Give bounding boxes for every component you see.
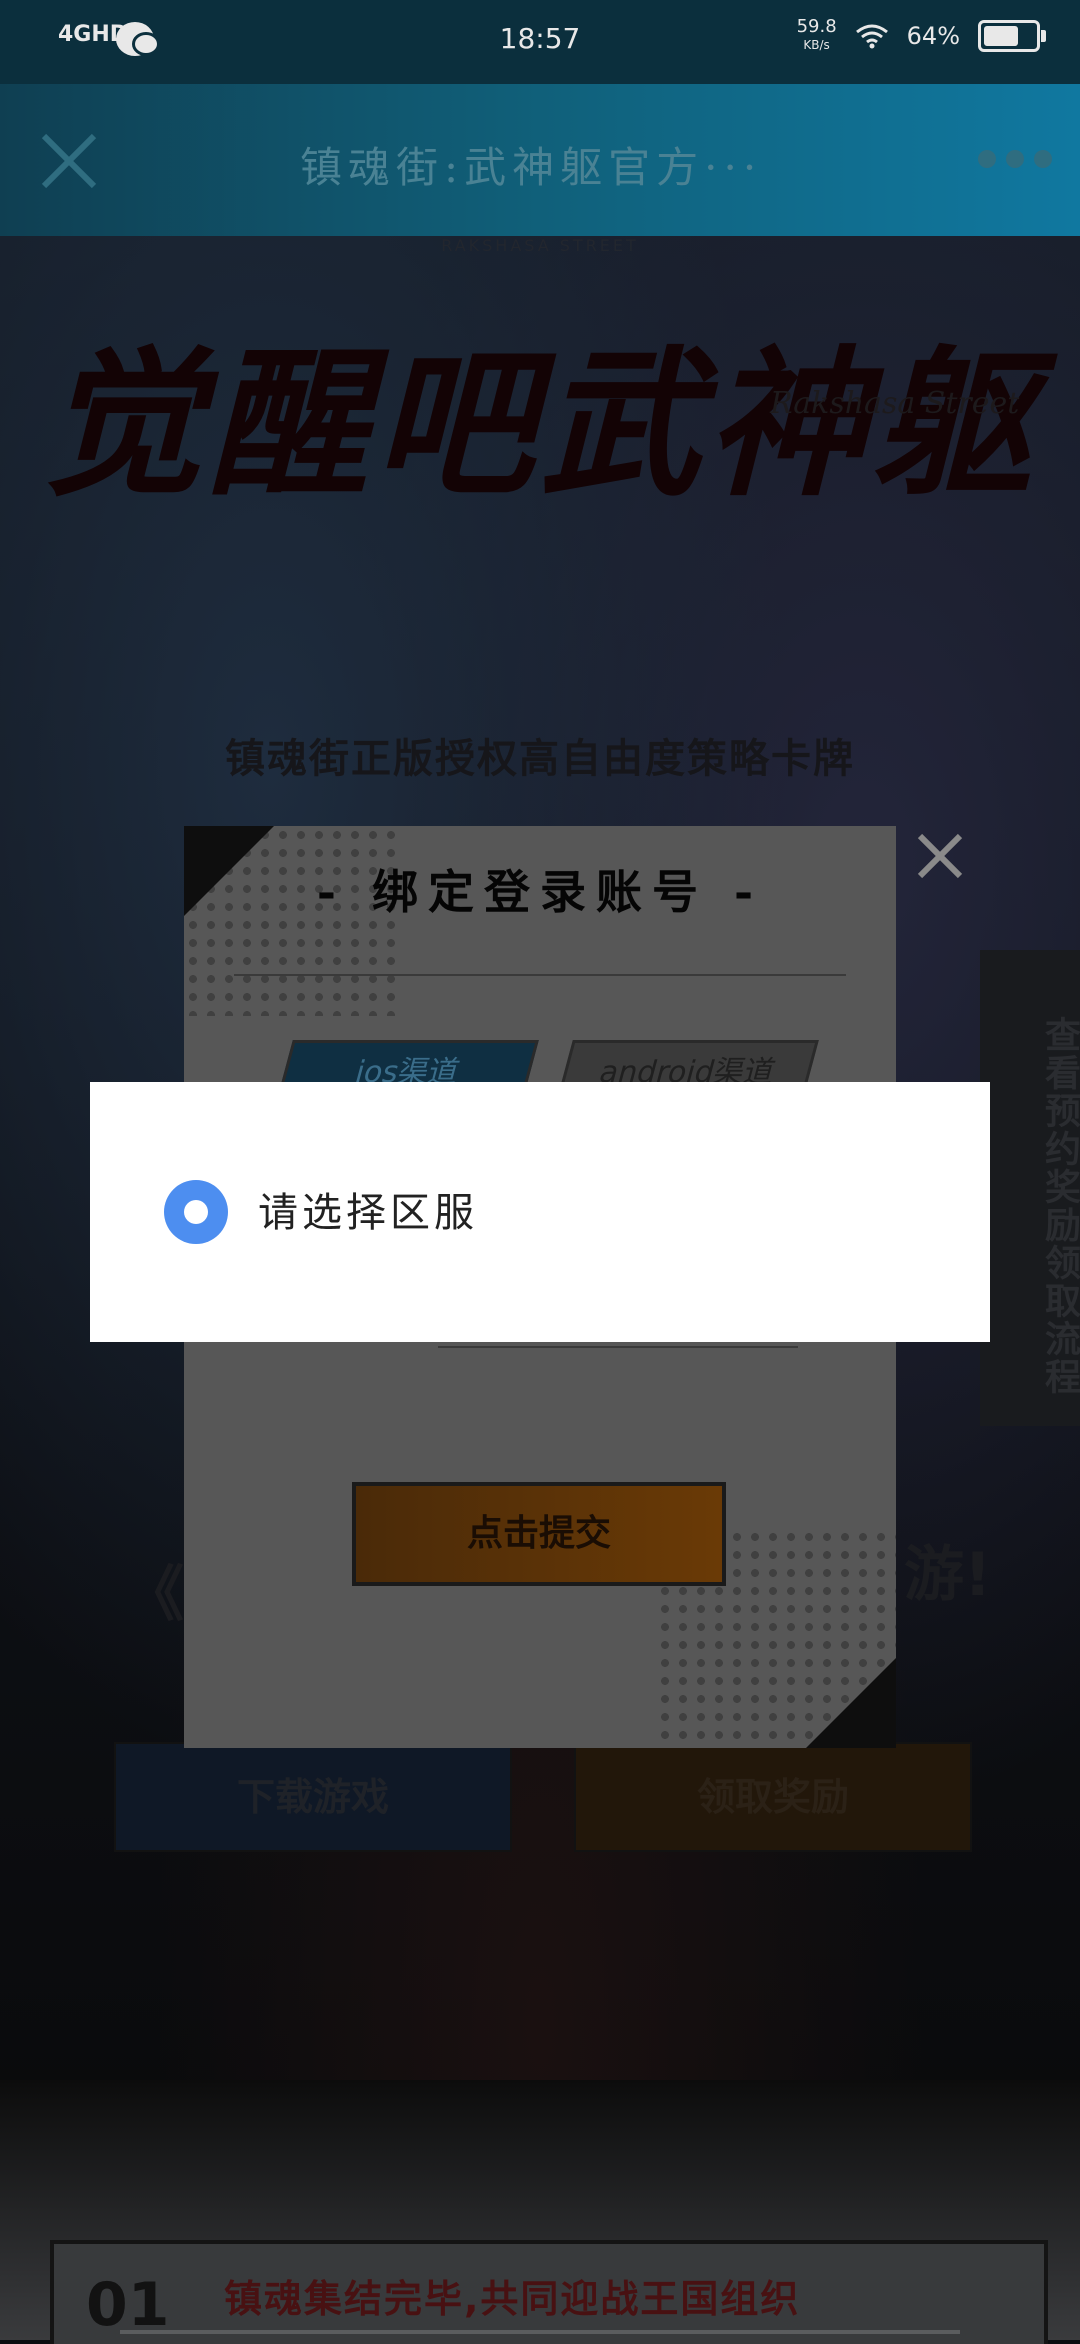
- region-select-dialog: 请选择区服: [90, 1082, 990, 1342]
- modal-close-icon[interactable]: [910, 826, 970, 886]
- status-right: 59.8 KB/s 64%: [797, 18, 1046, 54]
- net-speed-unit: KB/s: [803, 38, 830, 52]
- region-radio-button[interactable]: [164, 1180, 228, 1244]
- modal-corner-decoration: [806, 1658, 896, 1748]
- status-bar: 4GHD 18:57 59.8 KB/s 64%: [0, 0, 1080, 84]
- modal-divider: [234, 974, 846, 976]
- close-icon[interactable]: [38, 130, 100, 192]
- net-speed-value: 59.8: [796, 16, 837, 37]
- radio-dot-icon: [184, 1200, 208, 1224]
- page-title: 镇魂街:武神躯官方···: [300, 143, 763, 192]
- download-game-button[interactable]: 下载游戏: [114, 1742, 512, 1852]
- reward-process-tab[interactable]: 查看预约奖励领取流程: [980, 950, 1080, 1426]
- account-input-underline: [438, 1346, 798, 1348]
- hero-brand: Rakshasa Street: [770, 386, 1020, 421]
- battery-percent: 64%: [906, 22, 960, 50]
- wifi-icon: [855, 24, 888, 49]
- app-header: 镇魂街:武神躯官方···: [0, 84, 1080, 236]
- battery-icon: [978, 20, 1046, 52]
- hero-title: 觉醒吧武神躯: [41, 331, 1038, 518]
- promo-text-right: 游!: [904, 1540, 992, 1610]
- submit-button[interactable]: 点击提交: [352, 1482, 726, 1586]
- modal-title: - 绑定登录账号 -: [316, 865, 764, 919]
- bottom-divider: [120, 2330, 960, 2334]
- hero-subtitle: 镇魂街正版授权高自由度策略卡牌: [225, 736, 855, 782]
- step-text: 镇魂集结完毕,共同迎战王国组织: [224, 2277, 801, 2321]
- region-option-label[interactable]: 请选择区服: [258, 1180, 478, 1238]
- net-speed: 59.8 KB/s: [797, 18, 837, 54]
- step-banner: 01 镇魂集结完毕,共同迎战王国组织: [50, 2240, 1048, 2344]
- promo-text-left: 《: [124, 1560, 184, 1630]
- top-tag: RAKSHASA STREET: [441, 236, 639, 255]
- more-options-icon[interactable]: [978, 150, 1052, 168]
- claim-reward-button[interactable]: 领取奖励: [574, 1742, 972, 1852]
